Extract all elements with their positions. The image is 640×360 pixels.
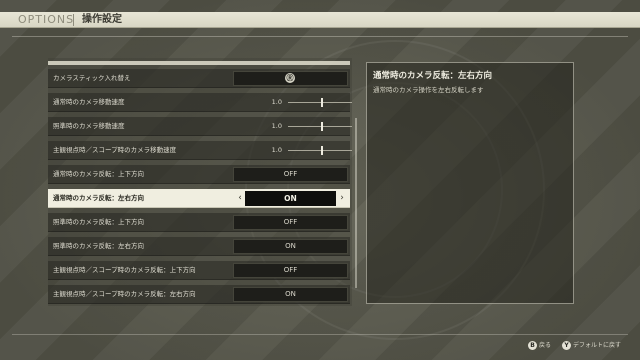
toggle-value[interactable]: OFF [233, 167, 348, 182]
setting-row-normal-invert-horizontal[interactable]: 通常時のカメラ反転：左右方向 ‹ ON › [48, 189, 350, 208]
setting-label: 主観視点時／スコープ時のカメラ移動速度 [53, 146, 177, 154]
setting-row-scope-camera-speed[interactable]: 主観視点時／スコープ時のカメラ移動速度 1.0 [48, 141, 352, 160]
toggle-value[interactable]: OFF [233, 215, 348, 230]
toggle-value[interactable]: ON [233, 239, 348, 254]
list-scroll-cap [48, 61, 350, 65]
setting-label: 照準時のカメラ反転：左右方向 [53, 242, 144, 250]
setting-label: 主観視点時／スコープ時のカメラ反転：左右方向 [53, 290, 196, 298]
description-panel: 通常時のカメラ反転：左右方向 通常時のカメラ操作を左右反転します [366, 62, 574, 304]
speed-slider[interactable] [288, 126, 352, 127]
list-scrollbar[interactable] [355, 118, 357, 288]
setting-label: 主観視点時／スコープ時のカメラ反転：上下方向 [53, 266, 196, 274]
toggle-value[interactable]: ON [233, 287, 348, 302]
setting-label: 通常時のカメラ反転：上下方向 [53, 170, 144, 178]
slider-value: 1.0 [271, 146, 282, 154]
setting-label: 照準時のカメラ反転：上下方向 [53, 218, 144, 226]
slider-value: 1.0 [271, 98, 282, 106]
speed-slider[interactable] [288, 150, 352, 151]
setting-row-aim-invert-horizontal[interactable]: 照準時のカメラ反転：左右方向 ON [48, 237, 350, 256]
toggle-value[interactable]: ON [245, 191, 336, 206]
setting-row-scope-invert-horizontal[interactable]: 主観視点時／スコープ時のカメラ反転：左右方向 ON [48, 285, 350, 304]
toggle-value[interactable]: OFF [233, 263, 348, 278]
setting-label: 通常時のカメラ反転：左右方向 [53, 194, 144, 202]
y-button-icon: Y [562, 341, 571, 350]
speed-slider[interactable] [288, 102, 352, 103]
setting-label: カメラスティック入れ替え [53, 74, 131, 82]
stick-button-icon[interactable]: Ⓡ [285, 73, 295, 83]
reset-default-hint[interactable]: Y デフォルトに戻す [562, 340, 621, 352]
setting-label: 通常時のカメラ移動速度 [53, 98, 125, 106]
setting-row-aim-invert-vertical[interactable]: 照準時のカメラ反転：上下方向 OFF [48, 213, 350, 232]
setting-label: 照準時のカメラ移動速度 [53, 122, 125, 130]
setting-row-camera-stick-swap[interactable]: カメラスティック入れ替え Ⓡ [48, 69, 350, 88]
options-tab[interactable]: OPTIONS [18, 13, 74, 27]
setting-row-scope-invert-vertical[interactable]: 主観視点時／スコープ時のカメラ反転：上下方向 OFF [48, 261, 350, 280]
slider-knob[interactable] [321, 98, 323, 107]
top-divider [12, 36, 628, 37]
back-hint[interactable]: B 戻る [528, 340, 551, 352]
header-separator [73, 14, 74, 26]
setting-row-normal-camera-speed[interactable]: 通常時のカメラ移動速度 1.0 [48, 93, 352, 112]
back-label: 戻る [539, 342, 552, 349]
right-arrow-icon[interactable]: › [336, 191, 348, 206]
settings-list: カメラスティック入れ替え Ⓡ 通常時のカメラ移動速度 1.0 照準時のカメラ移動… [48, 58, 352, 306]
slider-knob[interactable] [321, 146, 323, 155]
description-body: 通常時のカメラ操作を左右反転します [373, 86, 484, 94]
reset-default-label: デフォルトに戻す [573, 342, 622, 349]
b-button-icon: B [528, 341, 537, 350]
slider-value: 1.0 [271, 122, 282, 130]
slider-knob[interactable] [321, 122, 323, 131]
bottom-divider [12, 334, 628, 335]
header-bar: OPTIONS 操作設定 [0, 12, 640, 28]
page-title: 操作設定 [82, 14, 122, 25]
setting-row-aim-camera-speed[interactable]: 照準時のカメラ移動速度 1.0 [48, 117, 352, 136]
setting-row-normal-invert-vertical[interactable]: 通常時のカメラ反転：上下方向 OFF [48, 165, 350, 184]
description-title: 通常時のカメラ反転：左右方向 [373, 71, 493, 81]
